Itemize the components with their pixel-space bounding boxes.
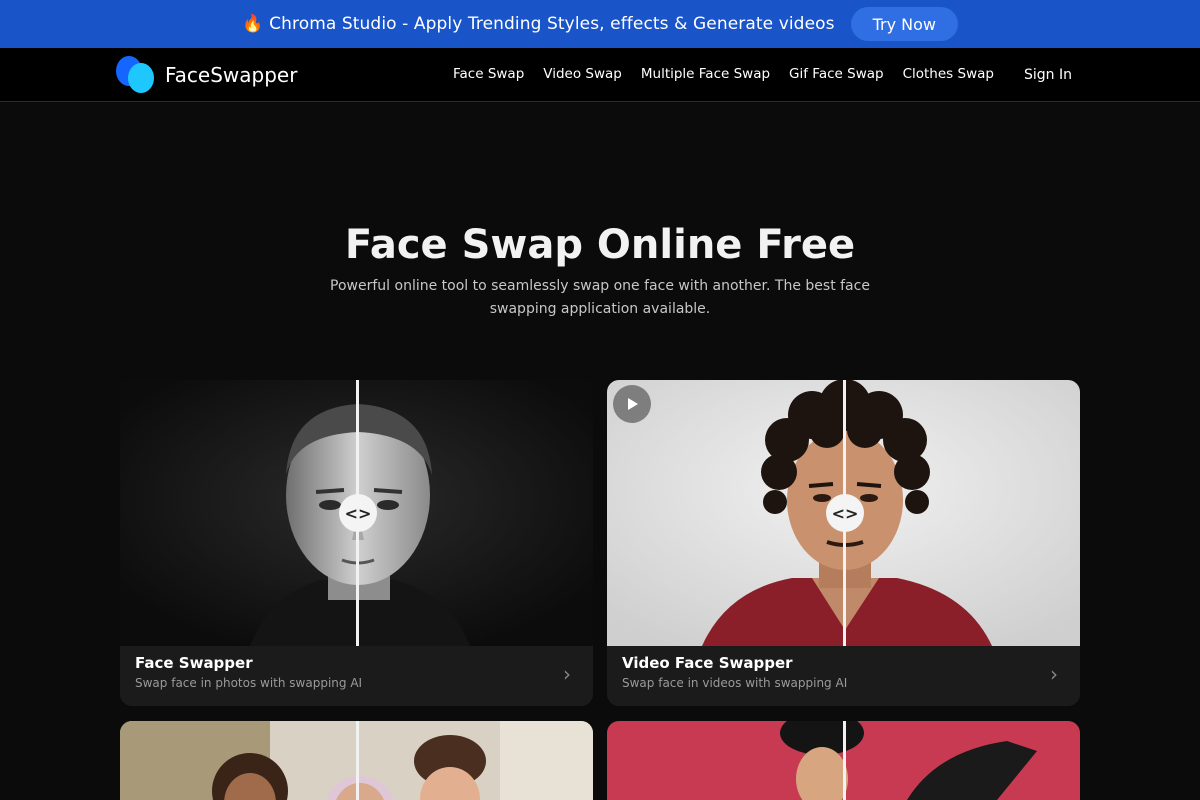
fire-icon: 🔥 [241, 14, 264, 34]
nav-link-gif-face-swap[interactable]: Gif Face Swap [789, 66, 884, 82]
nav-links: Face Swap Video Swap Multiple Face Swap … [453, 66, 1013, 82]
multiple-face-swap-card[interactable] [120, 721, 593, 800]
nav-link-clothes-swap[interactable]: Clothes Swap [903, 66, 994, 82]
face-swapper-card[interactable]: <> Face Swapper Swap face in photos with… [120, 380, 593, 706]
compare-divider [356, 721, 359, 800]
page-title: Face Swap Online Free [344, 222, 856, 268]
nav-link-multiple-face-swap[interactable]: Multiple Face Swap [641, 66, 770, 82]
card-title: Face Swapper [135, 654, 253, 672]
promo-banner: 🔥 Chroma Studio - Apply Trending Styles,… [0, 0, 1200, 48]
card-description: Swap face in photos with swapping AI [135, 676, 363, 690]
nav-link-face-swap[interactable]: Face Swap [453, 66, 524, 82]
top-nav: FaceSwapper Face Swap Video Swap Multipl… [0, 48, 1200, 102]
card-title: Video Face Swapper [622, 654, 793, 672]
promo-text: Chroma Studio - Apply Trending Styles, e… [269, 14, 835, 34]
card-footer: Video Face Swapper Swap face in videos w… [607, 646, 1080, 706]
compare-divider [843, 721, 846, 800]
logo-circle-cyan [128, 63, 154, 93]
page-subtitle: Powerful online tool to seamlessly swap … [330, 278, 870, 317]
chevron-right-icon[interactable]: › [1050, 662, 1058, 686]
compare-handle-icon[interactable]: <> [339, 494, 377, 532]
brand-name[interactable]: FaceSwapper [165, 63, 297, 87]
play-triangle-icon [628, 398, 638, 410]
video-face-swapper-image: <> [607, 380, 1080, 646]
face-swapper-image: <> [120, 380, 593, 646]
chevron-right-icon[interactable]: › [563, 662, 571, 686]
sign-in-link[interactable]: Sign In [1024, 67, 1072, 83]
nav-link-video-swap[interactable]: Video Swap [543, 66, 622, 82]
gif-face-swap-card[interactable] [607, 721, 1080, 800]
compare-handle-icon[interactable]: <> [826, 494, 864, 532]
logo-icon[interactable] [116, 56, 156, 94]
video-face-swapper-card[interactable]: <> Video Face Swapper Swap face in video… [607, 380, 1080, 706]
play-icon[interactable] [613, 385, 651, 423]
try-now-button[interactable]: Try Now [850, 7, 958, 41]
card-footer: Face Swapper Swap face in photos with sw… [120, 646, 593, 706]
card-description: Swap face in videos with swapping AI [622, 676, 848, 690]
